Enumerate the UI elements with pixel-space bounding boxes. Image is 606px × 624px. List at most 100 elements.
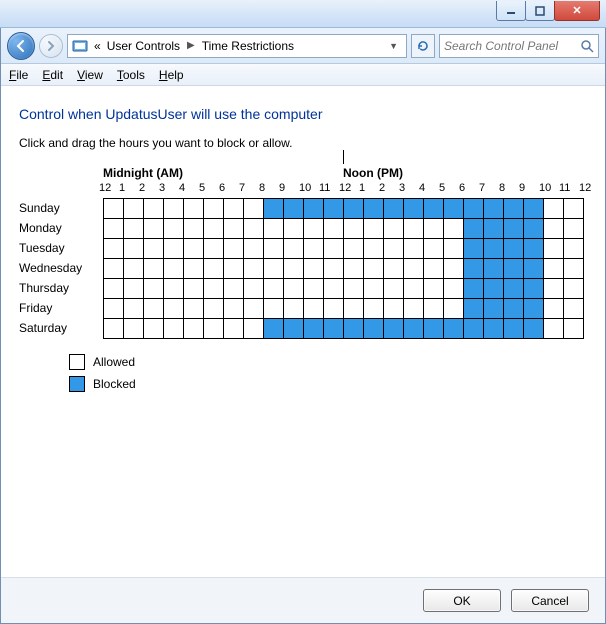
time-cell[interactable]: [324, 299, 344, 319]
time-cell[interactable]: [284, 319, 304, 339]
time-cell[interactable]: [504, 259, 524, 279]
time-cell[interactable]: [164, 319, 184, 339]
time-cell[interactable]: [284, 219, 304, 239]
time-cell[interactable]: [424, 199, 444, 219]
time-cell[interactable]: [164, 199, 184, 219]
time-cell[interactable]: [544, 259, 564, 279]
chevron-down-icon[interactable]: ▼: [385, 41, 402, 51]
time-cell[interactable]: [104, 239, 124, 259]
time-cell[interactable]: [224, 299, 244, 319]
time-cell[interactable]: [484, 299, 504, 319]
time-cell[interactable]: [144, 299, 164, 319]
time-cell[interactable]: [464, 299, 484, 319]
time-cell[interactable]: [524, 219, 544, 239]
time-cell[interactable]: [164, 219, 184, 239]
time-cell[interactable]: [344, 199, 364, 219]
time-cell[interactable]: [544, 299, 564, 319]
time-cell[interactable]: [264, 219, 284, 239]
time-cell[interactable]: [564, 259, 584, 279]
time-cell[interactable]: [304, 279, 324, 299]
time-cell[interactable]: [224, 259, 244, 279]
menu-edit[interactable]: EditEdit: [42, 68, 63, 82]
time-cell[interactable]: [464, 199, 484, 219]
time-cell[interactable]: [224, 319, 244, 339]
time-cell[interactable]: [224, 279, 244, 299]
time-cell[interactable]: [444, 279, 464, 299]
time-cell[interactable]: [424, 239, 444, 259]
time-cell[interactable]: [304, 239, 324, 259]
time-cell[interactable]: [384, 259, 404, 279]
menu-file[interactable]: FFileile: [9, 68, 28, 82]
time-cell[interactable]: [244, 239, 264, 259]
search-input[interactable]: Search Control Panel: [439, 34, 599, 58]
time-cell[interactable]: [344, 319, 364, 339]
time-cell[interactable]: [424, 219, 444, 239]
time-cell[interactable]: [184, 299, 204, 319]
time-cell[interactable]: [204, 279, 224, 299]
forward-button[interactable]: [39, 34, 63, 58]
menu-view[interactable]: ViewView: [77, 68, 103, 82]
time-cell[interactable]: [204, 219, 224, 239]
time-cell[interactable]: [124, 239, 144, 259]
time-cell[interactable]: [264, 259, 284, 279]
refresh-button[interactable]: [411, 34, 435, 58]
time-cell[interactable]: [124, 259, 144, 279]
time-cell[interactable]: [124, 299, 144, 319]
time-cell[interactable]: [284, 199, 304, 219]
time-cell[interactable]: [404, 219, 424, 239]
time-cell[interactable]: [404, 279, 424, 299]
time-cell[interactable]: [324, 259, 344, 279]
time-cell[interactable]: [124, 279, 144, 299]
time-cell[interactable]: [304, 199, 324, 219]
time-cell[interactable]: [364, 239, 384, 259]
time-cell[interactable]: [144, 199, 164, 219]
time-cell[interactable]: [244, 259, 264, 279]
time-cell[interactable]: [164, 299, 184, 319]
time-cell[interactable]: [224, 199, 244, 219]
time-cell[interactable]: [304, 219, 324, 239]
time-cell[interactable]: [484, 199, 504, 219]
time-cell[interactable]: [464, 239, 484, 259]
time-cell[interactable]: [284, 279, 304, 299]
time-cell[interactable]: [184, 219, 204, 239]
time-cell[interactable]: [184, 279, 204, 299]
time-cell[interactable]: [124, 199, 144, 219]
time-cell[interactable]: [444, 299, 464, 319]
time-cell[interactable]: [244, 279, 264, 299]
time-cell[interactable]: [464, 319, 484, 339]
time-cell[interactable]: [344, 259, 364, 279]
time-cell[interactable]: [524, 259, 544, 279]
time-cell[interactable]: [124, 219, 144, 239]
time-cell[interactable]: [524, 319, 544, 339]
time-cell[interactable]: [264, 299, 284, 319]
time-cell[interactable]: [384, 319, 404, 339]
time-cell[interactable]: [384, 239, 404, 259]
schedule-grid[interactable]: SundayMondayTuesdayWednesdayThursdayFrid…: [103, 198, 587, 339]
time-cell[interactable]: [424, 319, 444, 339]
time-cell[interactable]: [424, 279, 444, 299]
time-cell[interactable]: [344, 279, 364, 299]
time-cell[interactable]: [504, 299, 524, 319]
time-cell[interactable]: [564, 239, 584, 259]
time-cell[interactable]: [204, 199, 224, 219]
time-cell[interactable]: [104, 279, 124, 299]
time-cell[interactable]: [264, 319, 284, 339]
breadcrumb-item[interactable]: User Controls: [107, 39, 180, 53]
time-cell[interactable]: [564, 219, 584, 239]
minimize-button[interactable]: [496, 1, 526, 21]
time-cell[interactable]: [464, 219, 484, 239]
menu-tools[interactable]: ToolsTools: [117, 68, 145, 82]
time-cell[interactable]: [504, 319, 524, 339]
time-cell[interactable]: [244, 319, 264, 339]
time-cell[interactable]: [544, 279, 564, 299]
time-cell[interactable]: [564, 299, 584, 319]
time-cell[interactable]: [524, 239, 544, 259]
time-cell[interactable]: [164, 259, 184, 279]
time-cell[interactable]: [344, 299, 364, 319]
time-cell[interactable]: [204, 319, 224, 339]
time-cell[interactable]: [484, 319, 504, 339]
address-bar[interactable]: « User Controls ▶ Time Restrictions ▼: [67, 34, 407, 58]
time-cell[interactable]: [564, 199, 584, 219]
time-cell[interactable]: [184, 199, 204, 219]
time-cell[interactable]: [324, 319, 344, 339]
